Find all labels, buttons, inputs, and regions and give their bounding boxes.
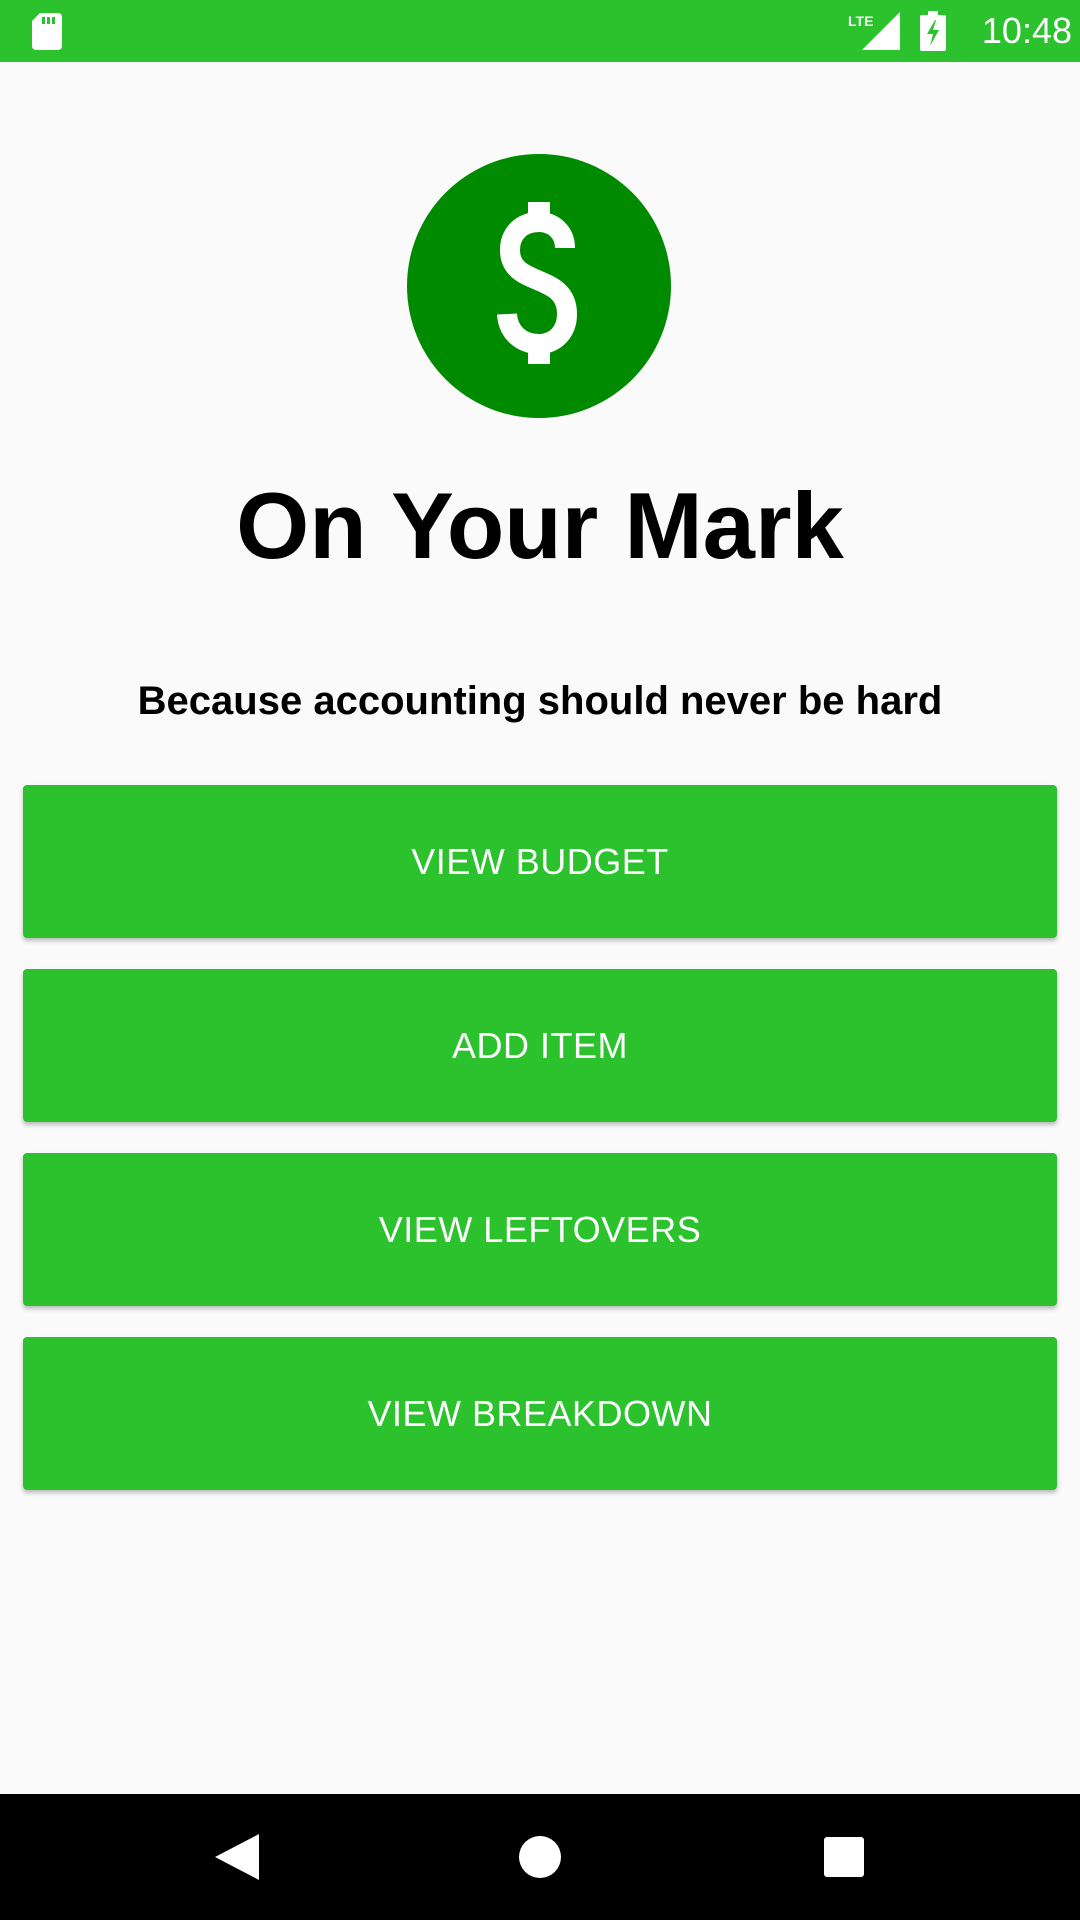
battery-charging-icon (920, 11, 946, 51)
app-tagline: Because accounting should never be hard (137, 679, 943, 723)
dollar-sign-icon (497, 202, 578, 364)
status-bar: LTE 10:48 (0, 0, 1080, 62)
sd-card-icon (32, 13, 62, 50)
navigation-bar (0, 1794, 1080, 1920)
view-breakdown-button[interactable]: VIEW BREAKDOWN (23, 1337, 1057, 1490)
recent-apps-square-icon[interactable] (824, 1837, 864, 1877)
view-budget-button[interactable]: VIEW BUDGET (23, 785, 1057, 938)
status-clock: 10:48 (981, 10, 1072, 51)
app-title: On Your Mark (236, 473, 844, 578)
network-label: LTE (848, 13, 873, 29)
app-logo (407, 154, 671, 418)
lte-signal-icon: LTE (848, 12, 900, 50)
home-circle-icon[interactable] (518, 1835, 562, 1879)
back-triangle-icon[interactable] (215, 1834, 259, 1880)
view-leftovers-button[interactable]: VIEW LEFTOVERS (23, 1153, 1057, 1306)
add-item-button[interactable]: ADD ITEM (23, 969, 1057, 1122)
